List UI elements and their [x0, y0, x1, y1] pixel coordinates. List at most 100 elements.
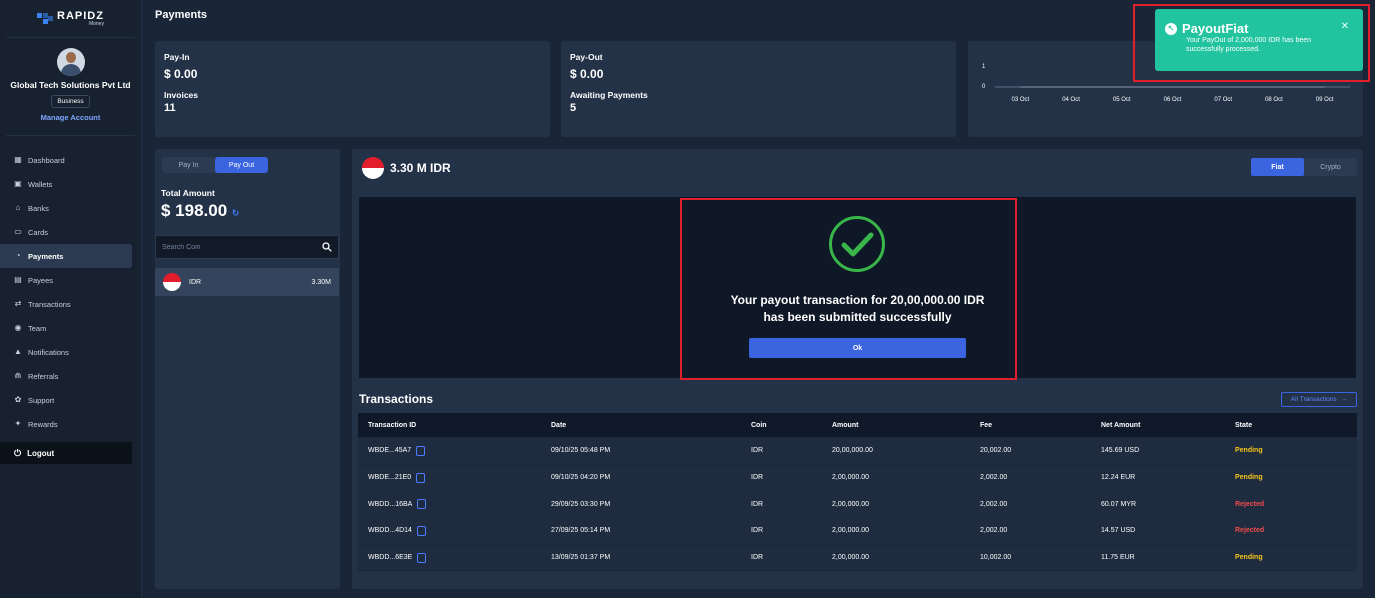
rewards-icon: ✦ [14, 419, 22, 428]
cell-date: 29/09/25 03:30 PM [551, 500, 611, 508]
copy-icon[interactable] [416, 472, 426, 483]
transaction-id-cell: WBDE...45A7 [358, 445, 541, 456]
coin-item-idr[interactable]: IDR 3.30M [155, 268, 339, 296]
sidebar-item-rewards[interactable]: ✦ Rewards [0, 412, 132, 436]
cell-fee: 10,002.00 [980, 554, 1012, 562]
tab-crypto[interactable]: Crypto [1304, 158, 1357, 176]
payout-label: Pay-Out [570, 52, 603, 62]
cell-fee: 2,002.00 [980, 474, 1008, 482]
cell-coin: IDR [751, 474, 764, 482]
profile-section: Global Tech Solutions Pvt Ltd Business M… [6, 38, 135, 136]
cell-coin: IDR [751, 500, 764, 508]
coin-code: IDR [189, 278, 202, 286]
sidebar-item-label: Rewards [28, 419, 58, 429]
y-tick-label: 1 [982, 64, 986, 70]
copy-icon[interactable] [417, 499, 427, 510]
dashboard-icon: ▦ [14, 155, 22, 164]
cell-net: 12.24 EUR [1101, 474, 1136, 482]
sidebar-item-notifications[interactable]: ▲ Notifications [0, 340, 132, 364]
ok-button[interactable]: Ok [749, 338, 966, 358]
sidebar-item-label: Banks [28, 203, 49, 213]
manage-account-link[interactable]: Manage Account [6, 113, 135, 122]
sidebar-item-label: Referrals [28, 371, 59, 381]
cell-fee: 2,002.00 [980, 500, 1008, 508]
awaiting-value: 5 [570, 102, 577, 114]
transactions-title: Transactions [359, 392, 434, 406]
copy-icon[interactable] [416, 525, 426, 536]
table-row[interactable]: WBDE...21E0 09/10/25 04:20 PM IDR 2,00,000.… [358, 464, 1357, 492]
cell-fee: 2,002.00 [980, 527, 1008, 535]
total-amount: $ 198.00 ↻ [161, 201, 239, 221]
cell-coin: IDR [751, 554, 764, 562]
table-row[interactable]: WBDD...16BA 29/09/25 03:30 PM IDR 2,00,000.… [358, 491, 1357, 519]
all-transactions-link[interactable]: All Transactions → [1281, 392, 1357, 407]
invoices-label: Invoices [164, 90, 199, 100]
cell-net: 11.75 EUR [1101, 554, 1135, 562]
cell-amount: 2,00,000.00 [832, 554, 869, 562]
search-input[interactable] [162, 243, 322, 251]
sidebar-item-label: Payees [28, 275, 54, 285]
sidebar-item-label: Support [28, 395, 55, 405]
cell-coin: IDR [751, 447, 764, 455]
avatar [56, 48, 85, 76]
payments-icon: ◔ [15, 251, 21, 260]
sidebar: RAPIDZ Money Global Tech Solutions Pvt L… [0, 0, 142, 598]
table-row[interactable]: WBDE...45A7 09/10/25 05:48 PM IDR 20,00,000… [358, 438, 1357, 465]
table-row[interactable]: WBDD...6E3E 13/09/25 01:37 PM IDR 2,00,000.… [358, 544, 1357, 572]
referrals-icon: ⋒ [14, 371, 22, 380]
transactions-table: Transaction ID Date Coin Amount Fee Net Amoun… [358, 413, 1357, 572]
team-icon: ◉ [14, 323, 22, 332]
transaction-id: WBDE...45A7 [368, 447, 412, 455]
refresh-icon[interactable]: ↻ [232, 208, 240, 218]
sidebar-item-payees[interactable]: ▤ Payees [0, 268, 132, 292]
sidebar-item-banks[interactable]: ⌂ Banks [0, 196, 132, 220]
column-header: State [1235, 421, 1253, 429]
column-header: Transaction ID [368, 421, 417, 429]
bank-icon: ⌂ [15, 203, 21, 212]
cell-date: 09/10/25 05:48 PM [551, 447, 611, 455]
x-tick-label: 04 Oct [1062, 97, 1080, 103]
copy-icon[interactable] [416, 445, 426, 456]
balance-value: 3.30 M IDR [390, 161, 451, 175]
transaction-id: WBDE...21E0 [368, 474, 412, 482]
table-row[interactable]: WBDD...4D14 27/09/25 05:14 PM IDR 2,00,000.… [358, 518, 1357, 545]
sidebar-item-label: Cards [28, 227, 49, 237]
success-line-1: Your payout transaction for 20,00,000.00… [730, 293, 985, 307]
payin-card: Pay-In $ 0.00 Invoices 11 [155, 41, 550, 137]
tab-fiat[interactable]: Fiat [1251, 158, 1304, 176]
column-header: Coin [751, 421, 767, 429]
cell-date: 13/09/25 01:37 PM [551, 554, 611, 562]
indonesia-flag-icon [362, 157, 384, 179]
cell-amount: 20,00,000.00 [832, 447, 873, 455]
success-check-icon [829, 216, 885, 272]
brand-logo[interactable]: RAPIDZ Money [6, 0, 135, 38]
logout-button[interactable]: ⏻ Logout [0, 442, 132, 464]
transaction-id: WBDD...16BA [368, 500, 413, 508]
transaction-id: WBDD...4D14 [368, 527, 412, 535]
cell-fee: 20,002.00 [980, 447, 1012, 455]
sidebar-item-support[interactable]: ✿ Support [0, 388, 132, 412]
sidebar-item-team[interactable]: ◉ Team [0, 316, 132, 340]
company-name: Global Tech Solutions Pvt Ltd [10, 80, 131, 90]
logout-label: Logout [27, 448, 55, 458]
sidebar-item-label: Wallets [28, 179, 53, 189]
sidebar-item-wallets[interactable]: ▣ Wallets [0, 172, 132, 196]
cell-net: 145.69 USD [1101, 447, 1140, 455]
sidebar-item-dashboard[interactable]: ▦ Dashboard [0, 148, 132, 172]
x-tick-label: 06 Oct [1164, 97, 1182, 103]
search-icon[interactable] [322, 242, 332, 252]
sidebar-item-payments[interactable]: ◔ Payments [0, 244, 132, 268]
tab-pay-in[interactable]: Pay In [162, 157, 215, 173]
sidebar-item-transactions[interactable]: ⇄ Transactions [0, 292, 132, 316]
cell-amount: 2,00,000.00 [832, 474, 869, 482]
sidebar-item-cards[interactable]: ▭ Cards [0, 220, 132, 244]
transaction-id-cell: WBDD...6E3E [358, 552, 541, 563]
cell-amount: 2,00,000.00 [832, 527, 869, 535]
transaction-id: WBDD...6E3E [368, 554, 413, 562]
table-header: Transaction ID Date Coin Amount Fee Net Amoun… [358, 413, 1357, 438]
tab-pay-out[interactable]: Pay Out [215, 157, 268, 173]
toast-highlight-box [1133, 4, 1370, 82]
sidebar-item-referrals[interactable]: ⋒ Referrals [0, 364, 132, 388]
copy-icon[interactable] [417, 552, 427, 563]
column-header: Net Amount [1101, 421, 1141, 429]
